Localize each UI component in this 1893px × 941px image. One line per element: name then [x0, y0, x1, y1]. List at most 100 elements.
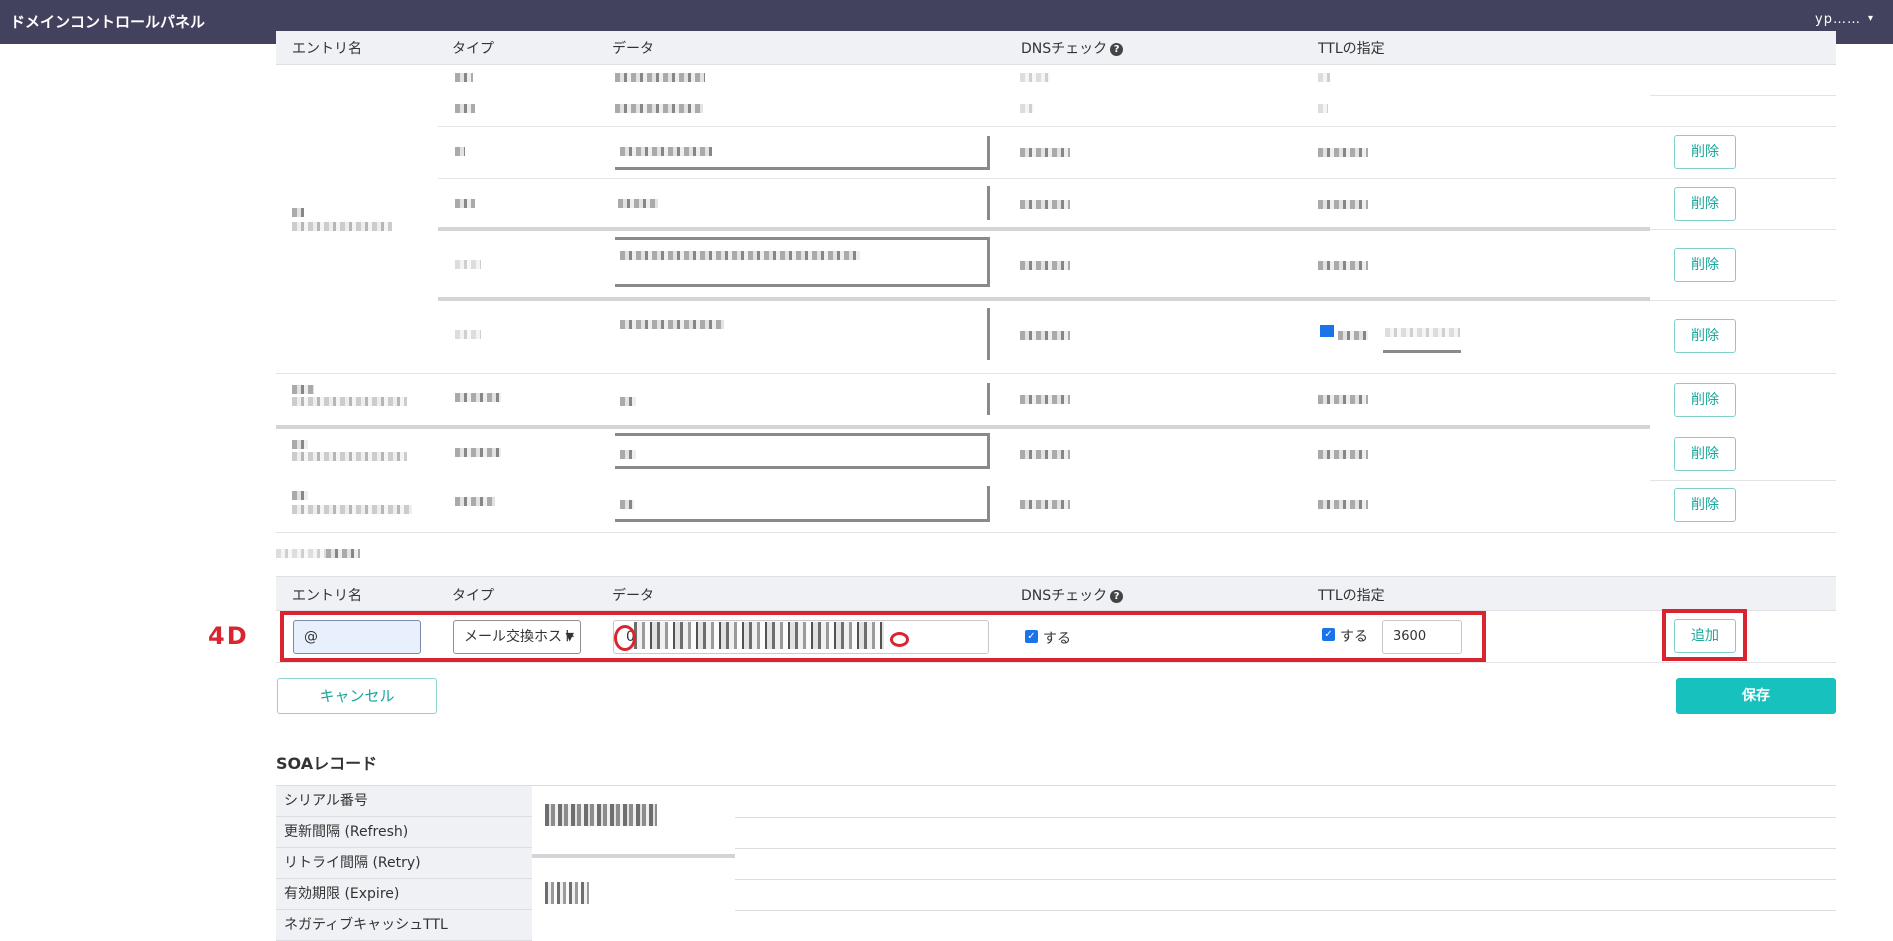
- ttl-checkbox[interactable]: ✓: [1322, 628, 1335, 641]
- delete-button[interactable]: 削除: [1674, 383, 1736, 417]
- obscured-soa-value: [545, 882, 589, 904]
- obscured-cell: [1318, 73, 1330, 82]
- obscured-cell: [620, 500, 634, 509]
- soa-label-expire: 有効期限 (Expire): [276, 879, 532, 910]
- obscured-entry-name: [292, 505, 412, 514]
- dns-check-checkbox[interactable]: ✓: [1025, 630, 1038, 643]
- dns-check-label: する: [1043, 631, 1071, 647]
- obscured-cell: [1020, 73, 1050, 82]
- obscured-cell: [455, 73, 473, 82]
- obscured-section-label: [276, 549, 326, 558]
- obscured-cell: [620, 450, 636, 459]
- soa-label-refresh: 更新間隔 (Refresh): [276, 817, 532, 848]
- row-divider: [1650, 300, 1836, 301]
- ttl-input[interactable]: 3600: [1382, 620, 1462, 654]
- obscured-cell: [455, 497, 495, 506]
- soa-label-serial: シリアル番号: [276, 786, 532, 817]
- chevron-down-icon[interactable]: ▾: [1868, 13, 1873, 24]
- row-divider: [438, 178, 1836, 179]
- obscured-cell: [1020, 500, 1070, 509]
- annotation-circle: [614, 625, 636, 651]
- help-icon[interactable]: ?: [1110, 589, 1124, 603]
- record-type-select[interactable]: メール交換ホスト ▼: [453, 620, 581, 654]
- row-divider: [276, 425, 1650, 429]
- obscured-cell: [1318, 200, 1368, 209]
- obscured-cell: [1385, 328, 1460, 337]
- app-title: ドメインコントロールパネル: [10, 13, 206, 31]
- obscured-cell: [1338, 331, 1368, 340]
- row-divider: [438, 227, 1650, 231]
- obscured-cell: [618, 199, 658, 208]
- save-button[interactable]: 保存: [1676, 678, 1836, 714]
- col-dns-check-label: DNSチェック: [1021, 41, 1108, 57]
- obscured-cell: [1318, 261, 1368, 270]
- obscured-entry-name: [292, 222, 392, 231]
- ttl-check-label: する: [1340, 629, 1368, 645]
- row-divider: [735, 848, 1836, 849]
- obscured-data-field: [615, 186, 990, 220]
- obscured-cell: [1020, 200, 1070, 209]
- annotation-tag: 4D: [208, 622, 249, 650]
- obscured-data-field: [615, 237, 990, 287]
- add-record-button[interactable]: 追加: [1674, 619, 1736, 653]
- col-dns-check: DNSチェック?: [1021, 585, 1124, 605]
- obscured-cell: [1020, 148, 1070, 157]
- obscured-cell: [455, 393, 501, 402]
- col-data: データ: [612, 41, 654, 57]
- obscured-cell: [620, 397, 636, 406]
- delete-button[interactable]: 削除: [1674, 248, 1736, 282]
- col-type: タイプ: [452, 41, 494, 57]
- obscured-cell: [620, 320, 724, 329]
- obscured-cell: [1318, 104, 1328, 113]
- delete-button[interactable]: 削除: [1674, 187, 1736, 221]
- obscured-cell: [1318, 450, 1368, 459]
- obscured-entry-name: [292, 397, 407, 406]
- col-entry-name: エントリ名: [292, 41, 362, 57]
- cancel-button[interactable]: キャンセル: [277, 678, 437, 714]
- obscured-underline: [1383, 350, 1461, 353]
- obscured-cell: [1020, 450, 1070, 459]
- row-divider: [735, 817, 1836, 818]
- obscured-cell: [455, 260, 481, 269]
- user-menu[interactable]: yp……: [1815, 12, 1861, 27]
- obscured-entry-name: [292, 452, 407, 461]
- obscured-cell: [455, 104, 475, 113]
- obscured-cell: [620, 251, 860, 260]
- help-icon[interactable]: ?: [1110, 42, 1124, 56]
- delete-button[interactable]: 削除: [1674, 488, 1736, 522]
- row-divider: [438, 126, 1836, 127]
- record-type-value: メール交換ホスト: [464, 629, 576, 645]
- obscured-soa-value: [545, 804, 657, 826]
- obscured-cell: [1318, 148, 1368, 157]
- col-ttl: TTLの指定: [1318, 41, 1385, 57]
- obscured-cell: [455, 330, 481, 339]
- col-data: データ: [612, 588, 654, 604]
- row-divider: [276, 532, 1836, 533]
- obscured-entry-name: [292, 208, 304, 217]
- obscured-cell: [1020, 261, 1070, 270]
- obscured-section-label: [326, 549, 360, 558]
- entry-name-input[interactable]: @: [293, 620, 421, 654]
- obscured-entry-name: [292, 491, 308, 500]
- records-table-header: エントリ名 タイプ データ DNSチェック? TTLの指定: [276, 31, 1836, 65]
- delete-button[interactable]: 削除: [1674, 319, 1736, 353]
- row-divider: [276, 662, 1836, 663]
- delete-button[interactable]: 削除: [1674, 437, 1736, 471]
- row-divider: [735, 879, 1836, 880]
- delete-button[interactable]: 削除: [1674, 135, 1736, 169]
- row-divider: [438, 297, 1650, 301]
- obscured-data-field: [615, 308, 990, 360]
- row-divider: [1650, 480, 1836, 481]
- row-divider: [1650, 229, 1836, 230]
- soa-title: SOAレコード: [276, 754, 378, 773]
- obscured-cell: [455, 448, 501, 457]
- obscured-cell: [615, 73, 705, 82]
- obscured-cell: [1318, 500, 1368, 509]
- obscured-entry-name: [292, 385, 314, 394]
- col-type: タイプ: [452, 588, 494, 604]
- chevron-down-icon: ▼: [565, 630, 574, 643]
- row-divider: [1650, 95, 1836, 96]
- col-entry-name: エントリ名: [292, 588, 362, 604]
- status-icon: [1320, 325, 1334, 337]
- obscured-cell: [1318, 395, 1368, 404]
